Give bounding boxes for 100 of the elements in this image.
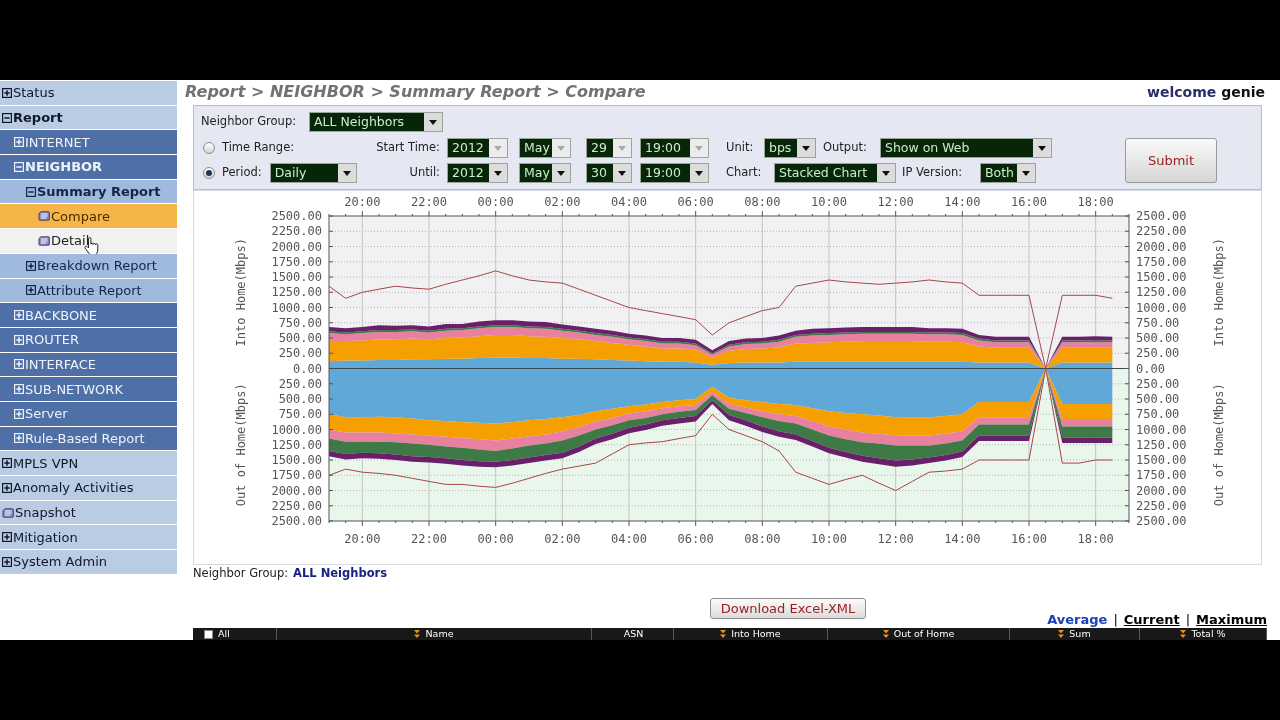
caret-icon [1017,164,1035,182]
stat-mode-link[interactable]: Average [1047,613,1108,627]
axis-tick-label: 250.00 [1136,376,1180,391]
dropdown-select[interactable]: bps [764,138,816,158]
plus-box-icon[interactable] [26,285,36,296]
sidebar-item[interactable]: Compare [0,204,177,230]
plus-box-icon[interactable] [2,556,12,567]
stat-mode-link[interactable]: Current [1123,613,1180,627]
document-icon [38,211,50,222]
sort-icon[interactable] [414,630,421,638]
minus-box-icon[interactable] [2,112,12,123]
download-button[interactable]: Download Excel-XML [710,598,866,619]
field-label: Time Range: [222,139,295,157]
plus-box-icon[interactable] [2,532,12,543]
caret-icon [690,164,708,182]
axis-title: Out of Home(Mbps) [234,383,248,507]
axis-tick-label: 06:00 [677,532,714,546]
caret-icon [613,139,631,157]
sidebar-item[interactable]: Breakdown Report [0,253,177,279]
document-icon [38,235,50,246]
sort-icon[interactable] [1180,630,1187,638]
stat-mode-link[interactable]: Maximum [1196,613,1267,627]
axis-title: Into Home(Mbps) [234,238,248,347]
dropdown-select[interactable]: May [519,163,571,183]
sidebar-item[interactable]: Anomaly Activities [0,476,177,501]
separator-text: | [1113,613,1118,627]
sidebar-item[interactable]: SUB-NETWORK [0,377,177,402]
dropdown-select[interactable]: ALL Neighbors [309,112,443,132]
dropdown-select[interactable]: 19:00 [640,163,709,183]
sidebar-item[interactable]: INTERFACE [0,352,177,378]
sidebar-item[interactable]: Rule-Based Report [0,426,177,452]
caret-icon [877,164,895,182]
dropdown-select[interactable]: Stacked Chart [774,163,896,183]
column-header[interactable]: Total % [1191,629,1226,639]
dropdown-select[interactable]: Daily [269,163,357,183]
axis-tick-label: 250.00 [278,346,322,361]
axis-tick-label: 1000.00 [1136,422,1187,437]
axis-tick-label: 500.00 [1136,331,1180,345]
field-label: Output: [823,139,868,157]
plus-box-icon[interactable] [2,87,12,98]
sidebar-item[interactable]: BACKBONE [0,303,177,328]
checkbox[interactable] [204,629,213,639]
axis-tick-label: 14:00 [944,195,981,209]
sidebar-item[interactable]: MPLS VPN [0,451,177,476]
welcome-text: welcome [1147,82,1217,102]
plus-box-icon[interactable] [2,458,12,469]
axis-tick-label: 2500.00 [1136,209,1187,223]
column-header[interactable]: Into Home [731,629,781,639]
column-header: All [218,629,230,639]
plus-box-icon[interactable] [2,482,12,493]
sort-icon[interactable] [882,630,889,638]
axis-tick-label: 1250.00 [1136,285,1187,300]
axis-tick-label: 2000.00 [1136,483,1187,498]
dropdown-select[interactable]: Show on Web [880,138,1052,158]
radio-button[interactable] [203,142,215,154]
column-header[interactable]: Name [425,629,454,639]
caret-icon [552,164,570,182]
axis-tick-label: 250.00 [1136,346,1180,361]
plus-box-icon[interactable] [26,260,36,271]
sidebar-item[interactable]: Summary Report [0,179,177,205]
caret-icon [690,139,708,157]
sidebar-item[interactable]: Status [0,81,177,106]
axis-tick-label: 750.00 [278,315,322,330]
axis-tick-label: 02:00 [544,195,581,209]
sidebar-item[interactable]: Snapshot [0,500,177,526]
caret-icon [797,139,815,157]
submit-button[interactable]: Submit [1125,138,1217,183]
sidebar-item[interactable]: NEIGHBOR [0,155,177,180]
axis-tick-label: 1000.00 [271,300,322,315]
axis-tick-label: 2250.00 [1136,498,1187,513]
axis-tick-label: 10:00 [810,195,848,209]
sidebar-item[interactable]: Attribute Report [0,278,177,304]
dropdown-select[interactable]: Both [980,163,1036,183]
sort-icon[interactable] [720,630,727,638]
axis-tick-label: 0.00 [293,361,322,376]
caret-icon [489,164,507,182]
caret-icon [424,113,442,131]
field-label: Period: [222,164,262,182]
sidebar-item[interactable]: ROUTER [0,327,177,353]
axis-tick-label: 500.00 [278,331,322,345]
axis-tick-label: 500.00 [278,392,322,406]
column-header[interactable]: Out of Home [893,629,955,639]
sidebar-item[interactable]: Report [0,105,177,131]
dropdown-select[interactable]: 2012 [447,163,508,183]
sidebar-item[interactable]: INTERNET [0,130,177,156]
axis-tick-label: 750.00 [1136,315,1180,330]
radio-button[interactable] [203,167,215,179]
caret-icon [552,139,570,157]
minus-box-icon[interactable] [26,186,36,197]
sidebar-item[interactable]: Server [0,401,177,427]
sidebar-item[interactable]: System Admin [0,550,177,575]
axis-tick-label: 1500.00 [1136,270,1187,284]
caret-icon [489,139,507,157]
field-label: IP Version: [902,164,964,182]
dropdown-select[interactable]: 30 [586,163,632,183]
sort-icon[interactable] [1058,630,1065,638]
column-header[interactable]: Sum [1069,629,1091,639]
sidebar-item[interactable]: Detail [0,229,177,254]
sidebar-item[interactable]: Mitigation [0,525,177,551]
caret-icon [613,164,631,182]
